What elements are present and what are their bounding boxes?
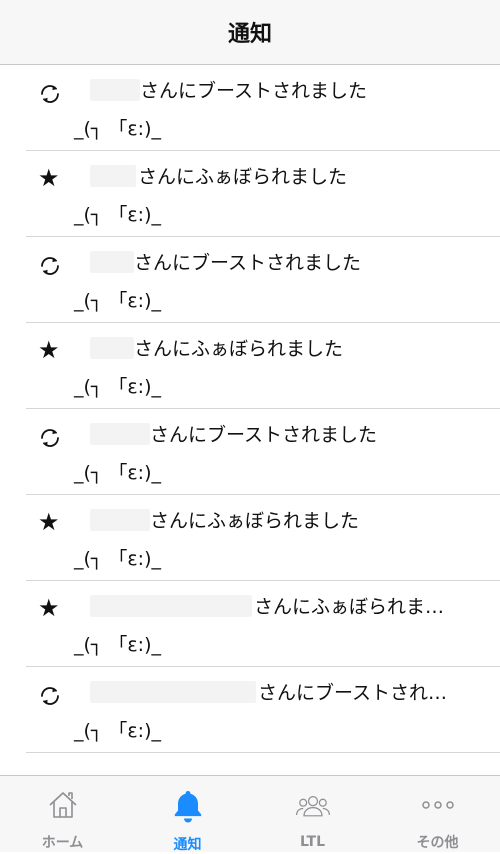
blurred-username xyxy=(90,79,140,101)
notification-row[interactable]: さんにブーストされました _(┐ 「ε:)_ xyxy=(26,65,500,151)
display-name: _(┐ 「ε:)_ xyxy=(74,376,161,398)
people-icon xyxy=(295,788,331,824)
tab-notifications[interactable]: 通知 xyxy=(125,776,250,853)
boost-icon xyxy=(38,254,62,278)
tab-label: LTL xyxy=(299,834,326,850)
display-name: _(┐ 「ε:)_ xyxy=(74,462,161,484)
notification-message: さんにブーストされました xyxy=(134,252,362,274)
boost-icon xyxy=(38,426,62,450)
notification-message: さんにブーストされました xyxy=(150,424,378,446)
page-title: 通知 xyxy=(227,22,272,47)
display-name: _(┐ 「ε:)_ xyxy=(74,290,161,312)
tab-home[interactable]: ホーム xyxy=(0,776,125,852)
notification-row[interactable]: さんにブーストされました _(┐ 「ε:)_ xyxy=(26,237,500,323)
boost-icon xyxy=(38,82,62,106)
blurred-username xyxy=(90,595,252,617)
navigation-bar: 通知 xyxy=(0,0,500,65)
notification-row[interactable]: ★ さんにふぁぼられました _(┐ 「ε:)_ xyxy=(26,323,500,409)
display-name: _(┐ 「ε:)_ xyxy=(74,204,161,226)
tab-more[interactable]: その他 xyxy=(375,776,500,852)
tab-bar: ホーム 通知 LTL その他 xyxy=(0,775,500,853)
notification-row[interactable]: ★ さんにふぁぼられました _(┐ 「ε:)_ xyxy=(26,495,500,581)
home-icon xyxy=(45,788,81,822)
more-icon xyxy=(420,788,456,822)
blurred-username xyxy=(90,337,134,359)
display-name: _(┐ 「ε:)_ xyxy=(74,720,161,742)
star-icon: ★ xyxy=(38,164,60,192)
blurred-username xyxy=(90,251,134,273)
star-icon: ★ xyxy=(38,594,60,622)
star-icon: ★ xyxy=(38,336,60,364)
display-name: _(┐ 「ε:)_ xyxy=(74,118,161,140)
notification-message: さんにブーストされました xyxy=(140,80,368,102)
notification-list[interactable]: さんにブーストされました _(┐ 「ε:)_ ★ さんにふぁぼられました _(┐… xyxy=(0,65,500,753)
notification-message: さんにふぁぼられました xyxy=(138,166,348,188)
blurred-username xyxy=(90,423,150,445)
notification-row[interactable]: さんにブーストされました _(┐ 「ε:)_ xyxy=(26,409,500,495)
bell-icon xyxy=(170,788,206,824)
notification-message: さんにふぁぼられま… xyxy=(254,596,445,618)
notification-row[interactable]: ★ さんにふぁぼられま… _(┐ 「ε:)_ xyxy=(26,581,500,667)
display-name: _(┐ 「ε:)_ xyxy=(74,634,161,656)
star-icon: ★ xyxy=(38,508,60,536)
tab-label: ホーム xyxy=(41,835,84,851)
notification-row[interactable]: さんにブーストされ… _(┐ 「ε:)_ xyxy=(26,667,500,753)
notification-row[interactable]: ★ さんにふぁぼられました _(┐ 「ε:)_ xyxy=(26,151,500,237)
blurred-username xyxy=(90,681,256,703)
tab-ltl[interactable]: LTL xyxy=(250,776,375,852)
notification-message: さんにふぁぼられました xyxy=(134,338,344,360)
display-name: _(┐ 「ε:)_ xyxy=(74,548,161,570)
notification-message: さんにブーストされ… xyxy=(258,682,448,704)
boost-icon xyxy=(38,684,62,708)
blurred-username xyxy=(90,165,136,187)
tab-label: 通知 xyxy=(173,837,202,853)
blurred-username xyxy=(90,509,150,531)
tab-label: その他 xyxy=(416,835,459,851)
notification-message: さんにふぁぼられました xyxy=(150,510,360,532)
